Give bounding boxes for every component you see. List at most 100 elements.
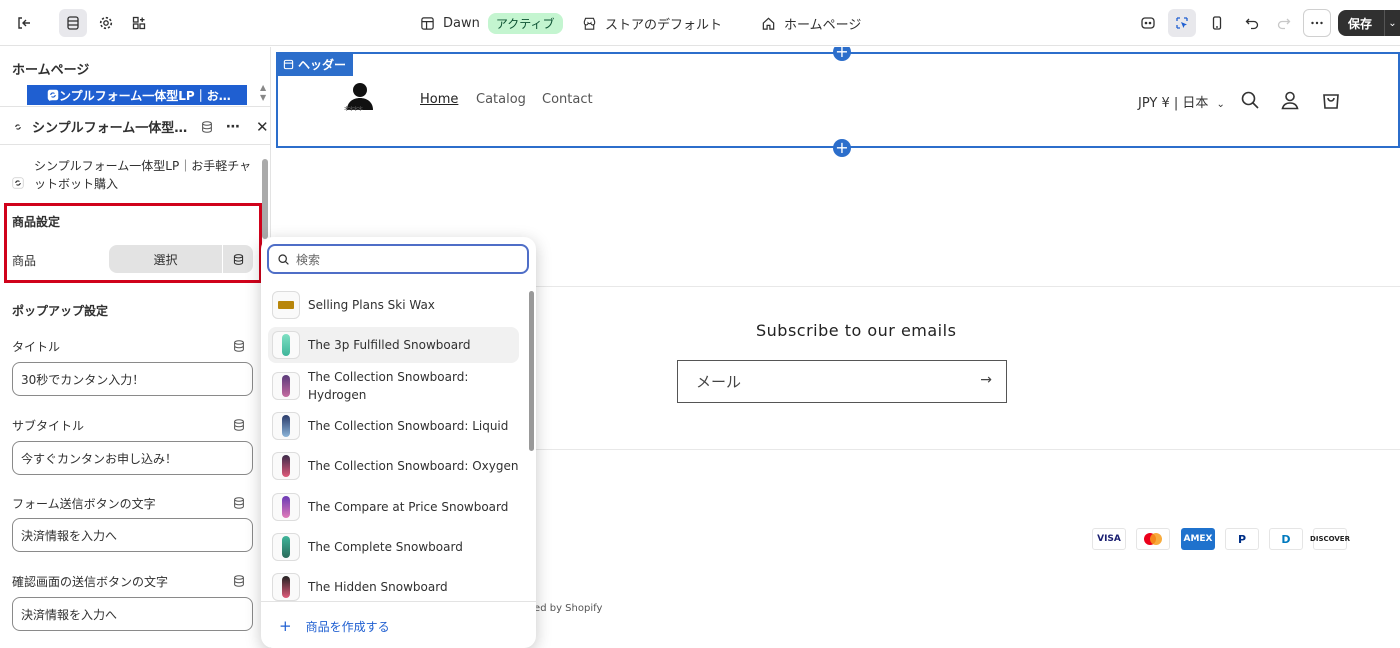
add-section-below-button[interactable]: + (833, 139, 851, 157)
product-list-item[interactable]: The Collection Snowboard: Liquid (268, 408, 519, 444)
store-logo[interactable]: **** (342, 80, 378, 118)
currency-label: JPY ¥ | 日本 (1138, 96, 1209, 111)
visa-payment-icon: VISA (1092, 528, 1126, 550)
redo-icon[interactable] (1270, 9, 1298, 37)
search-icon[interactable] (1239, 89, 1261, 111)
submit-text-field-label: フォーム送信ボタンの文字 (12, 497, 156, 511)
submit-text-input[interactable]: 決済情報を入力へ (12, 518, 253, 552)
product-thumbnail (272, 573, 300, 601)
create-product-button[interactable]: + 商品を作成する (279, 617, 390, 635)
product-list-scrollbar[interactable] (529, 291, 534, 451)
select-cursor-icon[interactable] (1168, 9, 1196, 37)
product-select-button[interactable]: 選択 (109, 245, 222, 273)
nav-contact-link[interactable]: Contact (542, 92, 593, 107)
product-list-item[interactable]: The Compare at Price Snowboard (268, 489, 519, 525)
layout-icon (421, 16, 434, 30)
product-name: The Collection Snowboard: Hydrogen (308, 370, 469, 402)
logo-text: **** (344, 104, 363, 117)
title-dynamic-source-icon[interactable] (232, 339, 246, 353)
search-icon (278, 253, 289, 265)
subtitle-input[interactable]: 今すぐカンタンお申し込み！ (12, 441, 253, 475)
list-scroll-arrows-icon[interactable]: ▲ ▼ (260, 83, 266, 103)
confirm-text-dynamic-source-icon[interactable] (232, 574, 246, 588)
store-default-label: ストアのデフォルト (605, 17, 723, 33)
submit-arrow-icon[interactable]: → (980, 372, 992, 388)
title-input[interactable]: 30秒でカンタン入力！ (12, 362, 253, 396)
currency-chevron-icon: ⌄ (1216, 99, 1225, 110)
section-icon (283, 59, 294, 69)
product-list-item[interactable]: The Hidden Snowboard (268, 569, 519, 605)
product-settings-title: 商品設定 (12, 215, 61, 229)
email-placeholder: メール (696, 373, 742, 391)
product-list-item[interactable]: The Complete Snowboard (268, 529, 519, 565)
search-placeholder: 検索 (296, 252, 321, 267)
product-thumbnail (272, 291, 300, 319)
account-icon[interactable] (1279, 89, 1301, 111)
block-label: シンプルフォーム一体型LP｜お… (47, 88, 231, 103)
block-settings-title: シンプルフォーム一体型L... (32, 121, 192, 136)
product-picker-popover: 検索 Selling Plans Ski Wax The 3p Fulfille… (261, 237, 536, 648)
product-label: 商品 (12, 254, 37, 268)
undo-icon[interactable] (1238, 9, 1266, 37)
sidebar-scrollbar[interactable] (262, 159, 268, 239)
nav-catalog-link[interactable]: Catalog (476, 92, 526, 107)
settings-gear-icon[interactable] (92, 9, 120, 37)
page-selector[interactable]: ホームページ (761, 0, 861, 46)
inspector-icon[interactable] (1134, 9, 1162, 37)
product-name: The 3p Fulfilled Snowboard (308, 338, 471, 352)
sidebar-page-header: ホームページ シンプルフォーム一体型LP｜お… ▲ ▼ (0, 47, 271, 107)
header-tag-label: ヘッダー (298, 57, 347, 72)
product-list-item[interactable]: The Collection Snowboard: Oxygen (268, 448, 519, 484)
header-section-tag[interactable]: ヘッダー (276, 52, 354, 76)
theme-selector[interactable]: Dawn アクティブ (420, 0, 563, 46)
product-search-input[interactable]: 検索 (267, 244, 529, 274)
save-menu-chevron-icon[interactable]: ⌄ (1384, 10, 1400, 36)
dynamic-source-icon[interactable] (200, 120, 214, 134)
settings-sidebar: ホームページ シンプルフォーム一体型LP｜お… ▲ ▼ シンプルフォーム一体型L.… (0, 47, 271, 648)
store-icon (583, 17, 596, 30)
product-name: The Complete Snowboard (308, 540, 463, 554)
selected-block-item[interactable]: シンプルフォーム一体型LP｜お… (27, 85, 247, 105)
sidebar-page-title: ホームページ (12, 63, 90, 78)
home-icon (762, 17, 775, 30)
product-thumbnail (272, 372, 300, 400)
product-list-item[interactable]: The Collection Snowboard: Hydrogen (268, 367, 519, 405)
submit-text-dynamic-source-icon[interactable] (232, 496, 246, 510)
more-actions-icon[interactable] (1303, 9, 1331, 37)
theme-status-badge: アクティブ (487, 12, 563, 34)
currency-selector[interactable]: JPY ¥ | 日本 ⌄ (1138, 92, 1225, 111)
product-list-item[interactable]: Selling Plans Ski Wax (268, 287, 519, 323)
product-dynamic-source-icon[interactable] (223, 245, 253, 273)
block-description: シンプルフォーム一体型LP｜お手軽チャットボット購入 (12, 157, 252, 193)
confirm-text-field-label: 確認画面の送信ボタンの文字 (12, 575, 169, 589)
theme-name: Dawn (443, 15, 480, 31)
product-name: The Hidden Snowboard (308, 580, 448, 594)
newsletter-email-input[interactable]: メール → (677, 360, 1007, 403)
confirm-text-input[interactable]: 決済情報を入力へ (12, 597, 253, 631)
subtitle-dynamic-source-icon[interactable] (232, 418, 246, 432)
popup-settings-title: ポップアップ設定 (12, 304, 109, 318)
add-section-above-button[interactable]: + (833, 47, 851, 61)
amex-payment-icon: AMEX (1181, 528, 1215, 550)
product-thumbnail (272, 493, 300, 521)
sections-icon[interactable] (59, 9, 87, 37)
store-default-selector[interactable]: ストアのデフォルト (582, 0, 722, 46)
mobile-preview-icon[interactable] (1203, 9, 1231, 37)
app-block-icon (15, 123, 21, 130)
product-thumbnail (272, 533, 300, 561)
product-thumbnail (272, 452, 300, 480)
product-list-item[interactable]: The 3p Fulfilled Snowboard (268, 327, 519, 363)
product-name: The Collection Snowboard: Oxygen (308, 459, 519, 473)
exit-icon[interactable] (10, 9, 38, 37)
subtitle-field-label: サブタイトル (12, 419, 85, 433)
plus-icon: + (279, 617, 292, 635)
apps-icon[interactable] (125, 9, 153, 37)
nav-home-link[interactable]: Home (420, 92, 458, 107)
block-icon (47, 89, 59, 101)
newsletter-heading: Subscribe to our emails (756, 321, 957, 340)
block-more-icon[interactable]: ⋯ (226, 119, 240, 135)
close-icon[interactable]: ✕ (256, 118, 269, 136)
block-description-text: シンプルフォーム一体型LP｜お手軽チャットボット購入 (34, 159, 252, 191)
diners-payment-icon: D (1269, 528, 1303, 550)
cart-icon[interactable] (1320, 89, 1342, 111)
